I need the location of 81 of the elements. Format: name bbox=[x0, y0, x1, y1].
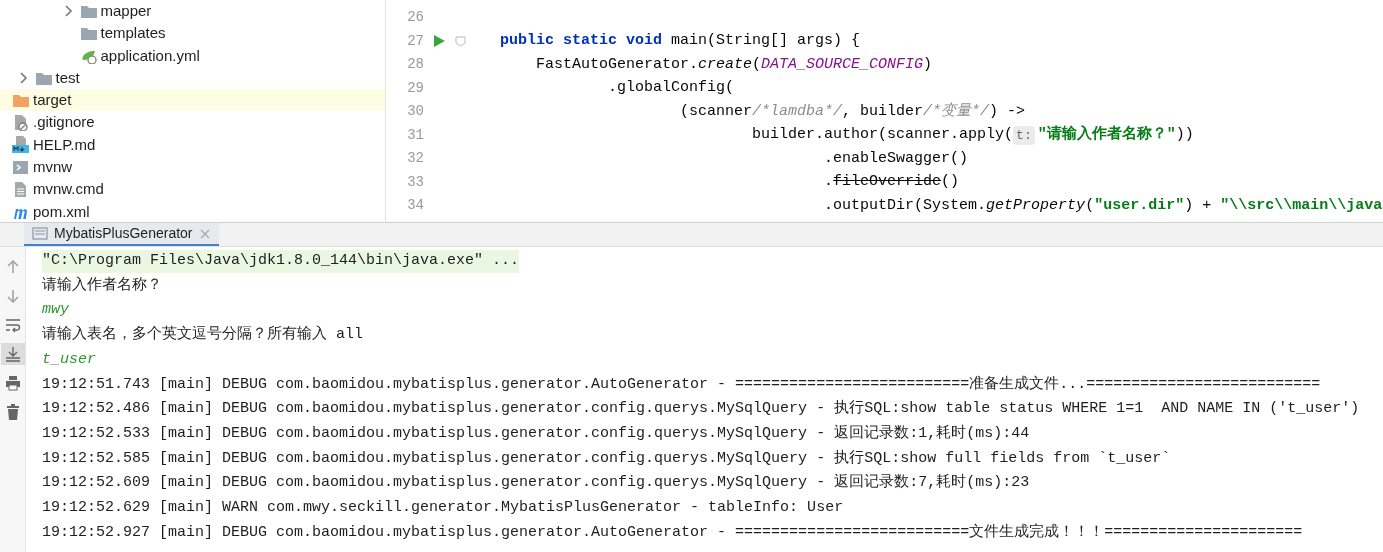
line-number: 30 bbox=[406, 102, 425, 122]
code-token: DATA_SOURCE_CONFIG bbox=[761, 54, 924, 75]
code-token: ( bbox=[752, 54, 762, 75]
line-number: 34 bbox=[406, 196, 425, 216]
console-typed-text: t_user bbox=[42, 349, 96, 370]
code-token: main(String[] args) { bbox=[670, 31, 861, 51]
code-token: fileOverride bbox=[833, 172, 942, 192]
file-name: HELP.md bbox=[33, 134, 96, 155]
code-token: (scanner bbox=[679, 101, 753, 122]
tree-item[interactable]: target bbox=[0, 89, 385, 112]
tree-item[interactable]: application.yml bbox=[0, 44, 385, 67]
terminal-icon bbox=[12, 158, 29, 176]
code-token: FastAutoGenerator. bbox=[535, 54, 699, 75]
code-token: builder.author(scanner.apply( bbox=[751, 125, 1014, 145]
printer-icon bbox=[4, 375, 21, 391]
code-token: /*变量*/ bbox=[923, 101, 990, 122]
code-token: /*lamdba*/ bbox=[752, 101, 843, 122]
code-token: )) bbox=[1175, 125, 1194, 145]
code-token: ( bbox=[1085, 195, 1095, 216]
scroll-to-end-button[interactable] bbox=[0, 343, 25, 365]
text-file-icon bbox=[12, 181, 29, 198]
close-icon[interactable] bbox=[198, 227, 211, 240]
file-name: application.yml bbox=[100, 45, 200, 66]
console-icon bbox=[32, 226, 48, 241]
tree-item[interactable]: mvnw.cmd bbox=[0, 178, 385, 201]
tree-item[interactable]: pom.xml bbox=[0, 200, 385, 222]
code-token: () bbox=[941, 172, 960, 192]
code-token: .enableSwagger() bbox=[823, 148, 969, 169]
tree-item[interactable]: test bbox=[0, 66, 385, 90]
console-output: 请输入作者名称？ bbox=[42, 275, 162, 296]
line-number: 33 bbox=[406, 172, 425, 192]
code-token: ) + bbox=[1184, 195, 1213, 216]
line-number: 26 bbox=[406, 8, 425, 28]
code-token: . bbox=[823, 172, 834, 192]
code-token: ) bbox=[923, 54, 933, 75]
tree-item[interactable]: templates bbox=[0, 22, 385, 45]
console-output: 19:12:52.629 [main] WARN com.mwy.seckill.generator.MybatisPlusGenerator - tableInfo: User bbox=[42, 497, 844, 518]
console-output: 请输入表名，多个英文逗号分隔？所有输入 all bbox=[42, 324, 363, 346]
tree-item[interactable]: .gitignore bbox=[0, 111, 385, 134]
code-token: "user.dir" bbox=[1094, 195, 1185, 216]
code-token: .globalConfig( bbox=[607, 78, 735, 98]
line-number: 32 bbox=[406, 149, 425, 169]
console-output: 19:12:52.533 [main] DEBUG com.baomidou.mybatisplus.generator.config.querys.MySqlQuery - 返回记录数:1,耗时(ms):44 bbox=[42, 423, 1030, 444]
file-name: mvnw.cmd bbox=[33, 179, 104, 200]
console-output: 19:12:52.927 [main] DEBUG com.baomidou.mybatisplus.generator.AutoGenerator - ==========================文件生成完成！！！====================== bbox=[42, 522, 1303, 543]
run-tab[interactable]: MybatisPlusGenerator bbox=[24, 223, 219, 246]
code-token: , builder bbox=[842, 101, 924, 122]
line-number: 27 bbox=[406, 31, 425, 51]
console-output: 19:12:52.486 [main] DEBUG com.baomidou.mybatisplus.generator.config.querys.MySqlQuery - 执行SQL:show table status WHERE 1=1 AND NAME IN ('t_user') bbox=[42, 398, 1360, 420]
code-token: getProperty bbox=[986, 195, 1086, 216]
file-name: mvnw bbox=[33, 157, 73, 177]
console-output: 19:12:51.743 [main] DEBUG com.baomidou.mybatisplus.generator.AutoGenerator - ==========================准备生成文件...========================== bbox=[42, 374, 1321, 395]
down-arrow-icon bbox=[4, 288, 21, 304]
file-name: test bbox=[55, 67, 80, 88]
soft-wrap-icon bbox=[4, 317, 21, 333]
file-name: target bbox=[33, 90, 72, 111]
console-command: "C:\Program Files\Java\jdk1.8.0_144\bin\java.exe" ... bbox=[42, 250, 520, 273]
code-token: create bbox=[698, 54, 753, 75]
file-name: templates bbox=[100, 23, 166, 44]
markdown-icon bbox=[12, 136, 29, 154]
line-number: 28 bbox=[406, 55, 425, 75]
file-name: .gitignore bbox=[33, 112, 95, 133]
tree-item[interactable]: HELP.md bbox=[0, 133, 385, 157]
file-name: mapper bbox=[100, 0, 152, 21]
file-name: pom.xml bbox=[33, 201, 90, 222]
line-number: 29 bbox=[406, 78, 425, 98]
line-number: 31 bbox=[406, 125, 425, 145]
code-token: "\\src\\main\\java bbox=[1220, 195, 1383, 216]
console-output: 19:12:52.585 [main] DEBUG com.baomidou.mybatisplus.generator.config.querys.MySqlQuery - 执行SQL:show full fields from `t_user` bbox=[42, 448, 1171, 469]
scroll-to-end-icon bbox=[4, 346, 21, 362]
console-typed-text: mwy bbox=[42, 300, 69, 321]
code-token: "请输入作者名称？" bbox=[1037, 124, 1176, 145]
code-token: ) -> bbox=[989, 101, 1026, 122]
trash-icon bbox=[4, 404, 21, 420]
code-token: .outputDir(System. bbox=[823, 195, 987, 216]
tree-item[interactable]: mapper bbox=[0, 0, 385, 23]
tree-item[interactable]: mvnw bbox=[0, 156, 385, 179]
parameter-hint: t: bbox=[1013, 125, 1035, 145]
file-icon bbox=[12, 114, 29, 132]
console-output: 19:12:52.609 [main] DEBUG com.baomidou.mybatisplus.generator.config.querys.MySqlQuery - 返回记录数:7,耗时(ms):23 bbox=[42, 472, 1030, 494]
code-token: public static void bbox=[499, 31, 663, 51]
